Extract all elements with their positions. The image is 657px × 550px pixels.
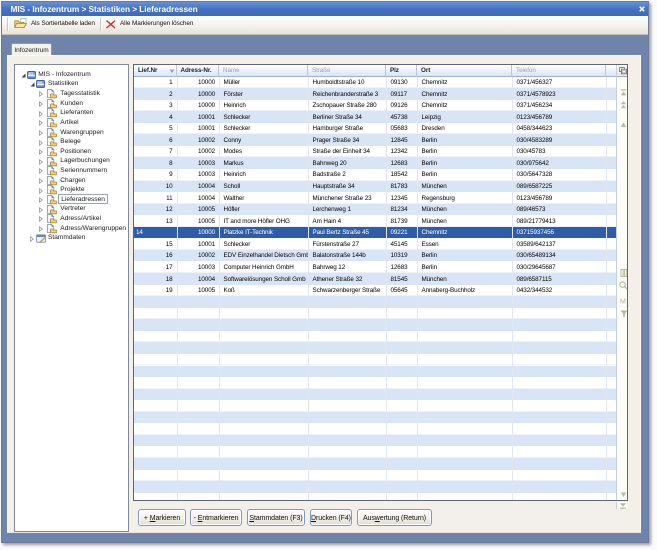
svg-text:M: M bbox=[620, 299, 626, 306]
